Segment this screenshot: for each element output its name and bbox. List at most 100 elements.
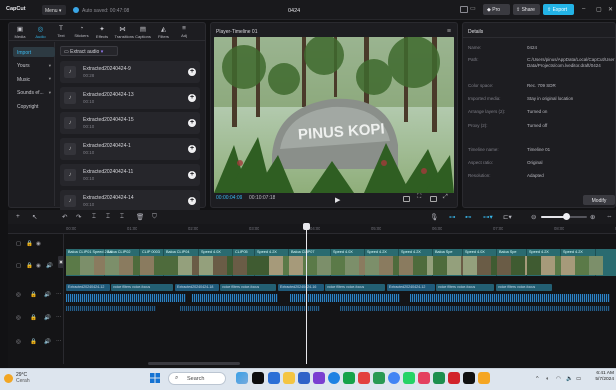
add-to-timeline-icon[interactable]: +: [188, 196, 196, 205]
video-clip[interactable]: Speed 4.2X: [527, 249, 569, 276]
play-icon[interactable]: ▶: [335, 196, 340, 204]
video-clip[interactable]: Baloa CLIP02: [105, 249, 147, 276]
video-preview[interactable]: PINUS KOPI: [214, 37, 454, 193]
video-clip[interactable]: Baloa CLIP01 Speed 2.1X: [66, 249, 112, 276]
audio-track-icon[interactable]: ◎: [16, 292, 21, 298]
tab-audio[interactable]: ◎ Audio: [33, 25, 49, 39]
app-icon[interactable]: [433, 372, 445, 384]
whatsapp-icon[interactable]: [403, 372, 415, 384]
audio-clip[interactable]: Extracted20240424-12: [387, 284, 435, 291]
track-lock-icon[interactable]: ▢: [16, 263, 21, 269]
video-clip[interactable]: Speed 4.2X: [561, 249, 603, 276]
close-icon[interactable]: ✕: [608, 6, 613, 13]
main-track-magnet-icon[interactable]: ⊶: [449, 213, 456, 221]
track-audio-icon[interactable]: 🔊: [46, 263, 53, 269]
photos-app-icon[interactable]: [358, 372, 370, 384]
audio-clip[interactable]: voice filters voice-focus: [220, 284, 276, 291]
timeline-scrollbar[interactable]: [148, 362, 240, 365]
app-icon[interactable]: [373, 372, 385, 384]
shield-icon[interactable]: ⛉: [152, 213, 157, 221]
video-clip[interactable]: Baloa Spe: [433, 249, 475, 276]
app-icon[interactable]: [448, 372, 460, 384]
split-left-icon[interactable]: ⌶: [106, 213, 110, 221]
track-visibility-icon[interactable]: ◉: [36, 241, 41, 247]
sidebar-item-1[interactable]: Import: [13, 47, 55, 57]
app-icon[interactable]: [478, 372, 490, 384]
sidebar-item-4[interactable]: Sounds ef... ▾: [13, 88, 55, 98]
app-icon[interactable]: [313, 372, 325, 384]
taskbar-clock[interactable]: 6:41 AM 5/7/2024: [594, 371, 614, 383]
zoom-slider-thumb[interactable]: [563, 213, 570, 220]
export-button[interactable]: ⇧ Export: [543, 4, 574, 15]
track-lock-icon[interactable]: 🔒: [30, 292, 37, 298]
edge-browser-icon[interactable]: [328, 372, 340, 384]
widgets-app-icon[interactable]: [236, 372, 248, 384]
audio-clip[interactable]: Extracted20240424-16: [278, 284, 324, 291]
media-item[interactable]: ♪ Extracted20240424-14 00:10 +: [60, 189, 200, 212]
app-icon[interactable]: [463, 372, 475, 384]
zoom-in-icon[interactable]: ⊕: [590, 213, 595, 221]
add-to-timeline-icon[interactable]: +: [188, 68, 196, 76]
wifi-icon[interactable]: ◠: [556, 376, 561, 382]
tab-stickers[interactable]: ◔ Stickers: [74, 25, 90, 38]
maximize-icon[interactable]: ▢: [596, 6, 602, 13]
undo-icon[interactable]: ↶: [62, 213, 67, 221]
add-icon[interactable]: +: [16, 213, 20, 220]
audio-clip[interactable]: voice filters voice-focus: [436, 284, 494, 291]
sidebar-item-2[interactable]: Yours ▾: [13, 61, 55, 71]
video-clip[interactable]: CLIP05: [233, 249, 261, 276]
tab-captions[interactable]: ▤ Captions: [135, 25, 151, 39]
track-audio-icon[interactable]: 🔊: [44, 339, 51, 345]
windows-start-icon[interactable]: [150, 373, 160, 383]
add-to-timeline-icon[interactable]: +: [188, 170, 196, 179]
excel-app-icon[interactable]: [343, 372, 355, 384]
file-explorer-icon[interactable]: [283, 372, 295, 384]
volume-icon[interactable]: 🔈: [566, 376, 573, 382]
share-button[interactable]: ⇪ Share: [513, 4, 540, 15]
audio-clip[interactable]: Extracted20240424-18: [175, 284, 219, 291]
add-to-timeline-icon[interactable]: +: [188, 119, 196, 128]
more-icon[interactable]: ≡: [447, 28, 451, 35]
microphone-icon[interactable]: 🎙: [430, 213, 438, 221]
track-lock-icon[interactable]: 🔒: [30, 339, 37, 345]
more-icon[interactable]: ⋯: [56, 339, 62, 345]
track-audio-icon[interactable]: 🔊: [44, 292, 51, 298]
select-cursor-icon[interactable]: ↖: [32, 213, 37, 221]
split-right-icon[interactable]: ⌶: [120, 213, 124, 221]
pro-button[interactable]: ◆ Pro: [483, 4, 510, 15]
zoom-out-icon[interactable]: ⊖: [531, 213, 536, 221]
crop-icon[interactable]: ⛶: [417, 194, 424, 200]
menu-button[interactable]: Menu ▾: [42, 5, 66, 15]
chrome-browser-icon[interactable]: [388, 372, 400, 384]
media-item[interactable]: ♪ Extracted20240424-11 00:10 +: [60, 163, 200, 186]
more-icon[interactable]: ⋯: [56, 292, 62, 298]
video-clip[interactable]: Speed 4.2X: [255, 249, 297, 276]
split-icon[interactable]: ⌶: [92, 213, 96, 221]
playhead[interactable]: [306, 224, 307, 364]
add-to-timeline-icon[interactable]: +: [188, 93, 196, 102]
track-lock-icon[interactable]: 🔒: [26, 241, 33, 247]
tab-adj[interactable]: ≡ Adj: [176, 25, 192, 38]
tab-filters[interactable]: ◭ Filters: [156, 25, 172, 39]
track-audio-icon[interactable]: 🔊: [44, 315, 51, 321]
sidebar-item-5[interactable]: Copyright: [13, 101, 55, 111]
media-item[interactable]: ♪ Extracted20240424-1 00:10 +: [60, 138, 200, 161]
video-track[interactable]: Baloa CLIP01 Speed 2.1X Baloa CLIP02 CLIP …: [66, 249, 616, 276]
weather-widget[interactable]: 29°C Cerah: [4, 372, 30, 384]
shortcut-icon[interactable]: ▭: [470, 5, 478, 12]
fullscreen-icon[interactable]: ⤢: [443, 194, 450, 200]
video-clip[interactable]: Speed 4.2X: [399, 249, 441, 276]
battery-icon[interactable]: ▭: [576, 376, 581, 382]
fit-timeline-icon[interactable]: ⇔: [606, 213, 613, 220]
chevron-up-icon[interactable]: ^: [536, 376, 539, 382]
sidebar-item-3[interactable]: Music ▾: [13, 74, 55, 84]
modify-button[interactable]: Modify: [583, 195, 615, 205]
minimize-icon[interactable]: –: [582, 6, 585, 12]
track-visibility-icon[interactable]: ◉: [36, 263, 41, 269]
auto-snap-icon[interactable]: ⊷: [465, 213, 472, 221]
video-clip[interactable]: Baloa CLIP04: [164, 249, 206, 276]
extract-audio-button[interactable]: ▭ Extract audio ▾: [60, 46, 118, 56]
track-lock-icon[interactable]: 🔒: [30, 315, 37, 321]
tab-transitions[interactable]: ⋈ Transitions: [115, 25, 134, 39]
audio-clip[interactable]: voice filters voice-focus: [111, 284, 173, 291]
